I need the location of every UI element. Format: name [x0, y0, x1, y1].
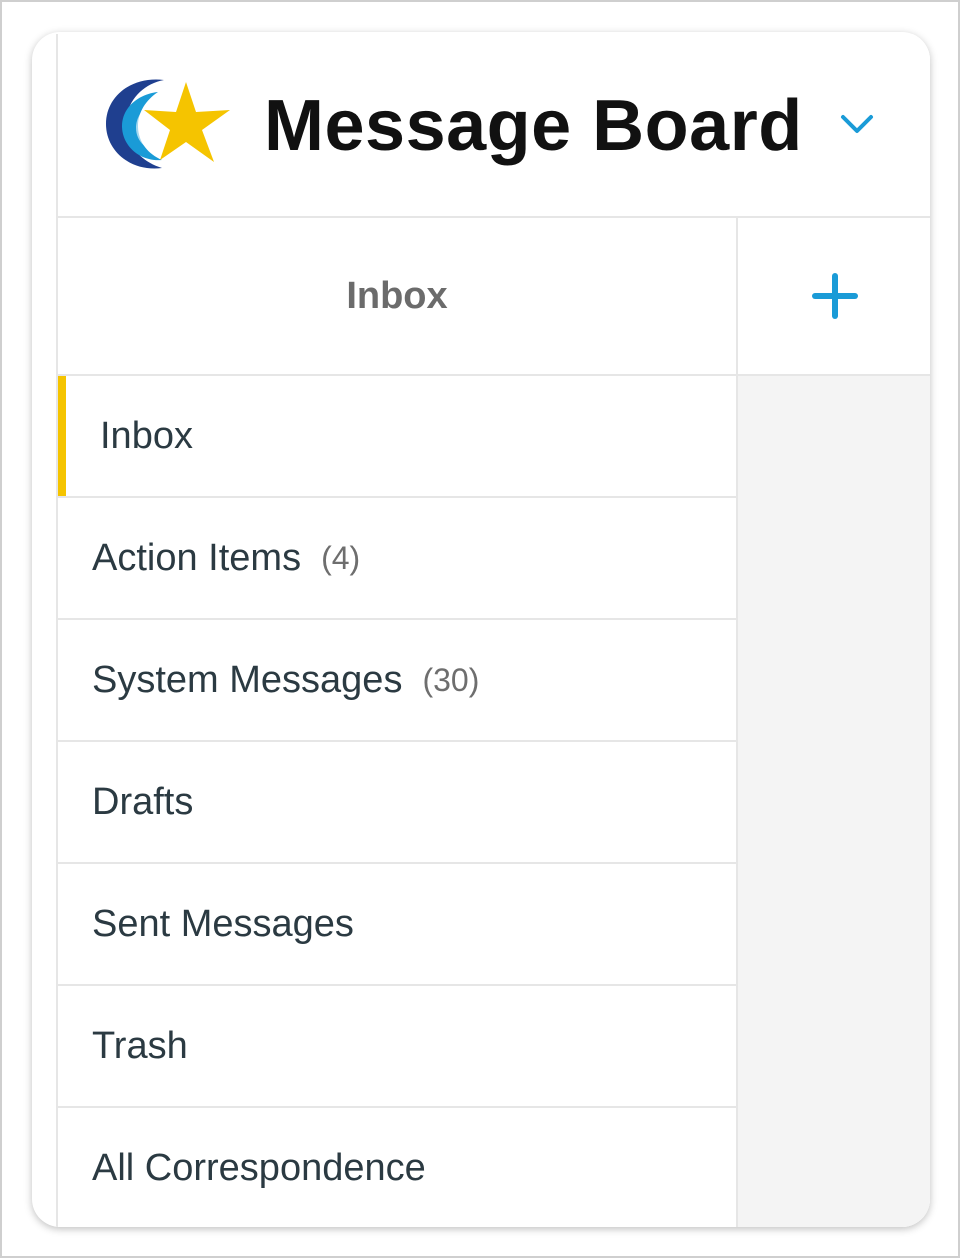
- folder-item-action-items[interactable]: Action Items (4): [58, 498, 736, 620]
- folder-item-all-correspondence[interactable]: All Correspondence: [58, 1108, 736, 1227]
- folder-item-trash[interactable]: Trash: [58, 986, 736, 1108]
- folder-label: All Correspondence: [92, 1146, 426, 1189]
- folder-list: Inbox Action Items (4) System Messages (…: [58, 376, 738, 1227]
- message-board-card: Message Board Inbox Inbox Action Items (…: [32, 32, 930, 1227]
- current-folder-title: Inbox: [58, 218, 738, 374]
- app-title: Message Board: [264, 86, 803, 166]
- folder-count: (4): [321, 539, 361, 576]
- folder-label: System Messages: [92, 658, 403, 701]
- folder-label: Drafts: [92, 780, 194, 823]
- folder-item-system-messages[interactable]: System Messages (30): [58, 620, 736, 742]
- folder-item-sent-messages[interactable]: Sent Messages: [58, 864, 736, 986]
- folder-tab-row: Inbox: [58, 218, 930, 376]
- folder-count: (30): [422, 661, 480, 698]
- folder-item-inbox[interactable]: Inbox: [58, 376, 736, 498]
- folder-label: Sent Messages: [92, 902, 354, 945]
- folder-item-drafts[interactable]: Drafts: [58, 742, 736, 864]
- folder-label: Inbox: [100, 414, 193, 457]
- chevron-down-icon[interactable]: [840, 112, 874, 136]
- new-message-button[interactable]: [738, 218, 930, 374]
- app-switcher-header[interactable]: Message Board: [58, 34, 930, 218]
- message-board-panel: Message Board Inbox Inbox Action Items (…: [56, 34, 930, 1227]
- plus-icon: [812, 273, 858, 319]
- message-preview-pane: [738, 376, 930, 1227]
- star-swoosh-logo-icon: [106, 79, 230, 169]
- screenshot-frame: Message Board Inbox Inbox Action Items (…: [0, 0, 960, 1258]
- folder-label: Trash: [92, 1024, 188, 1067]
- folder-label: Action Items: [92, 536, 302, 579]
